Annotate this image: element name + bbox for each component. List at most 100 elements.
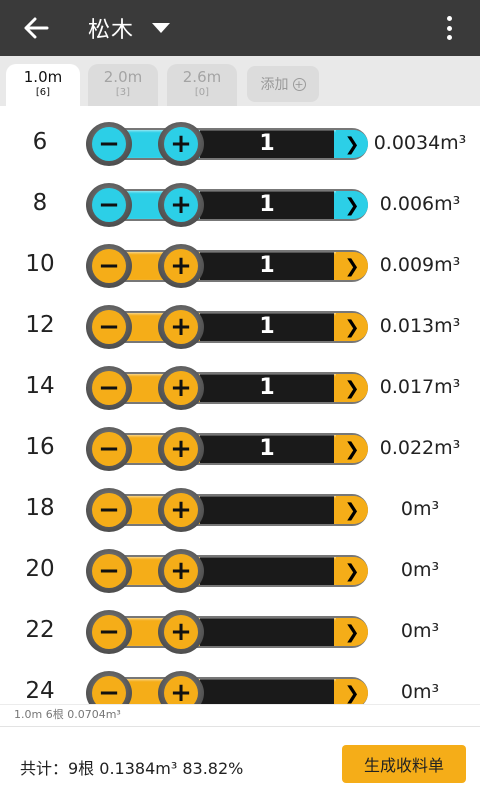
increment-button[interactable]: + [158,549,204,593]
diameter-row: 10 1 ❯ − +0.009m³ [0,236,480,297]
add-tab-button[interactable]: 添加 + [247,66,319,102]
more-vert-icon[interactable] [446,16,452,40]
volume-value: 0m³ [400,620,440,642]
tab-length-1[interactable]: 1.0m [6] [6,64,80,106]
decrement-button[interactable]: − [86,122,132,166]
app-bar: 松木 [0,0,480,56]
volume-value: 0.006m³ [379,193,461,215]
count-stepper[interactable]: 1 ❯ − + [80,366,374,410]
chevron-right-icon[interactable]: ❯ [336,191,368,219]
count-value: 1 [259,192,275,217]
increment-button[interactable]: + [158,427,204,471]
volume-value: 0.022m³ [379,437,461,459]
plus-icon: + [164,188,198,222]
count-stepper[interactable]: ❯ − + [80,549,374,593]
minus-icon: − [92,310,126,344]
diameter-row: 18 ❯ − +0m³ [0,480,480,541]
volume-value: 0m³ [400,559,440,581]
increment-button[interactable]: + [158,671,204,704]
volume-value: 0.017m³ [379,376,461,398]
minus-icon: − [92,127,126,161]
tab-count: [3] [115,87,131,98]
length-tabs: 1.0m [6] 2.0m [3] 2.6m [0] 添加 + [0,56,480,106]
decrement-button[interactable]: − [86,549,132,593]
increment-button[interactable]: + [158,244,204,288]
chevron-right-icon[interactable]: ❯ [336,374,368,402]
generate-receipt-button[interactable]: 生成收料单 [342,745,466,783]
diameter-label: 14 [25,373,55,399]
diameter-list[interactable]: 6 1 ❯ − +0.0034m³ 8 1 ❯ − +0.006m³ 10 1 ❯ − +0.009m³ 12… [0,106,480,704]
plus-icon: + [164,310,198,344]
minus-icon: − [92,493,126,527]
plus-icon: + [164,127,198,161]
decrement-button[interactable]: − [86,305,132,349]
count-stepper[interactable]: ❯ − + [80,488,374,532]
add-tab-label: 添加 [260,77,289,93]
tab-label: 2.6m [182,68,222,86]
increment-button[interactable]: + [158,183,204,227]
count-value: 1 [259,314,275,339]
diameter-row: 22 ❯ − +0m³ [0,602,480,663]
chevron-right-icon[interactable]: ❯ [336,435,368,463]
minus-icon: − [92,432,126,466]
chevron-right-icon[interactable]: ❯ [336,252,368,280]
plus-icon: + [164,432,198,466]
chevron-right-icon[interactable]: ❯ [336,679,368,704]
increment-button[interactable]: + [158,488,204,532]
volume-value: 0.013m³ [379,315,461,337]
diameter-label: 8 [32,190,48,216]
count-value: 1 [259,375,275,400]
tab-count: [0] [194,87,210,98]
diameter-row: 24 ❯ − +0m³ [0,663,480,704]
plus-circle-icon: + [292,77,306,91]
decrement-button[interactable]: − [86,671,132,704]
decrement-button[interactable]: − [86,488,132,532]
chevron-right-icon[interactable]: ❯ [336,130,368,158]
increment-button[interactable]: + [158,122,204,166]
decrement-button[interactable]: − [86,244,132,288]
count-stepper[interactable]: 1 ❯ − + [80,122,374,166]
decrement-button[interactable]: − [86,610,132,654]
diameter-label: 6 [32,129,48,155]
diameter-label: 16 [25,434,55,460]
count-stepper[interactable]: ❯ − + [80,671,374,704]
diameter-row: 16 1 ❯ − +0.022m³ [0,419,480,480]
minus-icon: − [92,188,126,222]
diameter-label: 24 [25,678,55,704]
wood-type-title[interactable]: 松木 [88,12,134,44]
diameter-row: 14 1 ❯ − +0.017m³ [0,358,480,419]
count-stepper[interactable]: 1 ❯ − + [80,244,374,288]
count-value [200,557,334,585]
total-summary: 共计：9根 0.1384m³ 83.82% [20,759,244,778]
chevron-right-icon[interactable]: ❯ [336,313,368,341]
chevron-right-icon[interactable]: ❯ [336,557,368,585]
count-stepper[interactable]: 1 ❯ − + [80,305,374,349]
minus-icon: − [92,676,126,704]
count-stepper[interactable]: 1 ❯ − + [80,183,374,227]
volume-value: 0m³ [400,498,440,520]
minus-icon: − [92,554,126,588]
caret-down-icon[interactable] [152,23,171,33]
increment-button[interactable]: + [158,366,204,410]
diameter-label: 18 [25,495,55,521]
decrement-button[interactable]: − [86,183,132,227]
minus-icon: − [92,371,126,405]
tab-length-2[interactable]: 2.0m [3] [88,64,158,106]
arrow-left-icon [24,17,49,39]
chevron-right-icon[interactable]: ❯ [336,618,368,646]
increment-button[interactable]: + [158,610,204,654]
decrement-button[interactable]: − [86,427,132,471]
tab-label: 2.0m [103,68,143,86]
diameter-row: 8 1 ❯ − +0.006m³ [0,175,480,236]
count-stepper[interactable]: ❯ − + [80,610,374,654]
minus-icon: − [92,615,126,649]
tab-length-3[interactable]: 2.6m [0] [167,64,237,106]
back-button[interactable] [8,0,64,56]
count-stepper[interactable]: 1 ❯ − + [80,427,374,471]
diameter-row: 6 1 ❯ − +0.0034m³ [0,114,480,175]
count-value: 1 [259,436,275,461]
decrement-button[interactable]: − [86,366,132,410]
chevron-right-icon[interactable]: ❯ [336,496,368,524]
minus-icon: − [92,249,126,283]
increment-button[interactable]: + [158,305,204,349]
